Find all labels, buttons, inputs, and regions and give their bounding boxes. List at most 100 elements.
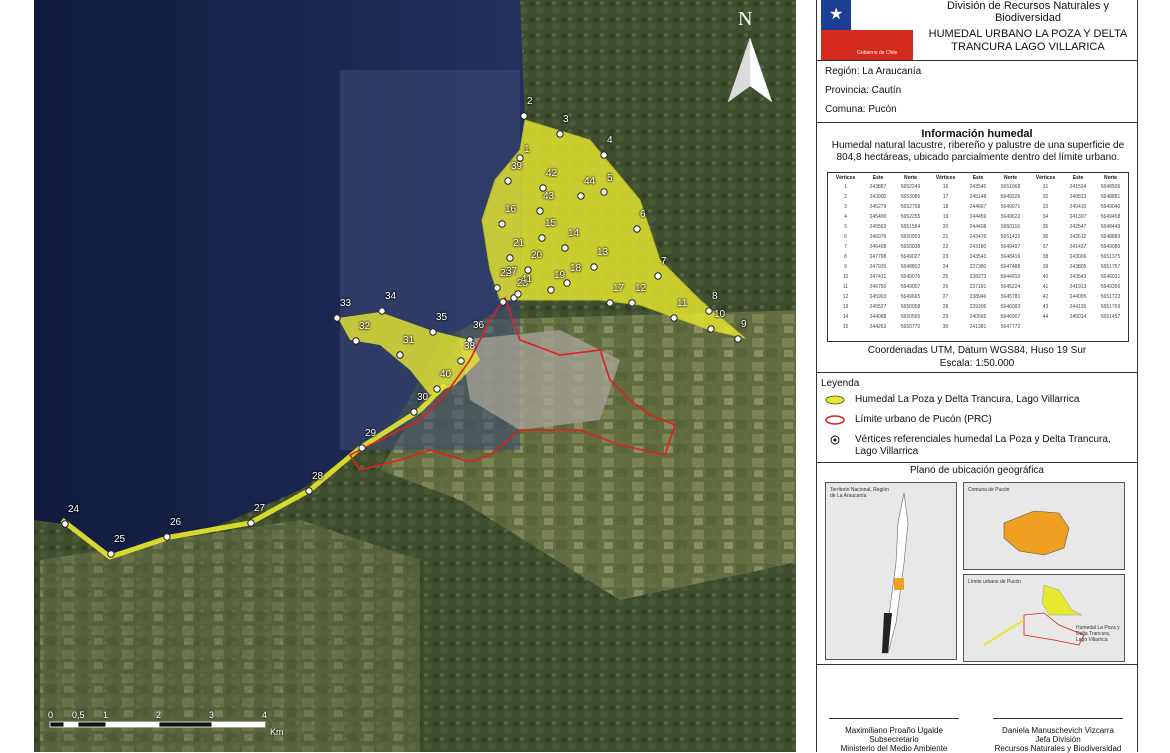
table-header-cell: Este bbox=[872, 174, 884, 181]
inset-chile-label: Territorio Nacional, Región de La Arauca… bbox=[830, 487, 889, 499]
coordinates-info: Coordenadas UTM, Datum WGS84, Huso 19 Su… bbox=[817, 344, 1137, 370]
table-cell: 243900 bbox=[869, 194, 887, 200]
table-cell: 244667 bbox=[969, 204, 987, 210]
table-header-cell: Vértices bbox=[935, 174, 956, 181]
table-cell: 37 bbox=[1042, 244, 1049, 250]
vertex-label: 29 bbox=[365, 428, 377, 439]
vertex-label: 21 bbox=[513, 238, 525, 249]
vertex-label: 7 bbox=[661, 256, 667, 267]
table-row: 8 247798 5649027 23 243543 5648416 38 243006 565… bbox=[828, 252, 1128, 262]
comuna-text: Comuna: Pucón bbox=[825, 104, 897, 115]
scale-label-1: 1 bbox=[103, 710, 109, 720]
table-cell: 245148 bbox=[969, 194, 987, 200]
table-cell: 11 bbox=[842, 284, 849, 290]
table-cell: 243006 bbox=[1069, 254, 1087, 260]
table-cell: 12 bbox=[842, 294, 849, 300]
table-cell: 3 bbox=[844, 204, 847, 210]
vertex-label: 28 bbox=[312, 471, 324, 482]
vertex-label: 12 bbox=[635, 283, 647, 294]
table-cell bbox=[1093, 322, 1128, 332]
signature-left-name: Maximiliano Proaño Ugalde bbox=[845, 726, 943, 735]
table-cell: 17 bbox=[942, 194, 949, 200]
table-header-cell: Norte bbox=[903, 174, 918, 181]
vertex-label: 17 bbox=[613, 283, 625, 294]
inset-urban: Límite urbano de Pucón Humedal La Poza y… bbox=[963, 574, 1125, 662]
vertex-label: 1 bbox=[524, 144, 530, 155]
table-cell: 246076 bbox=[869, 234, 887, 240]
table-cell: 241534 bbox=[1069, 184, 1087, 190]
vertex-label: 34 bbox=[385, 291, 397, 302]
table-cell: 244005 bbox=[1069, 294, 1087, 300]
table-header-cell: Norte bbox=[1003, 174, 1018, 181]
table-cell: 5646031 bbox=[1100, 274, 1121, 280]
table-cell: 5649497 bbox=[1000, 244, 1021, 250]
table-cell: 5649971 bbox=[1000, 204, 1021, 210]
table-cell: 5650038 bbox=[900, 244, 921, 250]
vertex-label: 24 bbox=[68, 504, 80, 515]
vertex-label: 4 bbox=[607, 135, 613, 146]
table-cell: 5645224 bbox=[1000, 284, 1021, 290]
table-cell: 5650565 bbox=[900, 314, 921, 320]
signature-left-role: Subsecretario bbox=[869, 735, 919, 744]
table-cell: 8 bbox=[844, 254, 847, 260]
info-title: Información humedal bbox=[921, 128, 1033, 140]
table-cell: 5649326 bbox=[1000, 194, 1021, 200]
table-header-cell: Este bbox=[1072, 174, 1084, 181]
table-cell: 39 bbox=[1042, 264, 1049, 270]
table-cell: 5651068 bbox=[1000, 184, 1021, 190]
chile-outline bbox=[881, 492, 909, 654]
table-cell: 43 bbox=[1042, 304, 1049, 310]
table-cell: 242612 bbox=[1069, 234, 1087, 240]
location-title: Plano de ubicación geográfica bbox=[910, 465, 1044, 476]
location-box-border bbox=[817, 664, 1137, 665]
table-header-cell: Vértices bbox=[1035, 174, 1056, 181]
scalebar-graphic bbox=[49, 721, 266, 728]
table-row: 4 245400 5652255 19 244459 5649622 34 241307 564… bbox=[828, 212, 1128, 222]
table-cell: 244408 bbox=[969, 224, 987, 230]
signature-line-right bbox=[993, 718, 1123, 719]
table-cell: 5652255 bbox=[900, 214, 921, 220]
signature-right-role: Jefa División bbox=[1035, 735, 1081, 744]
table-cell: 29 bbox=[942, 314, 949, 320]
vertex-label: 20 bbox=[531, 250, 543, 261]
vertex-label: 26 bbox=[170, 517, 182, 528]
table-cell: 5651375 bbox=[1100, 254, 1121, 260]
scale-label-4: 4 bbox=[262, 710, 268, 720]
table-cell: 243543 bbox=[1069, 274, 1087, 280]
table-cell: 5649356 bbox=[1100, 284, 1121, 290]
provincia-text: Provincia: Cautín bbox=[825, 85, 902, 96]
table-cell: 15 bbox=[842, 324, 849, 330]
table-cell: 241437 bbox=[1069, 244, 1087, 250]
legend-wetland-text: Humedal La Poza y Delta Trancura, Lago V… bbox=[855, 394, 1080, 405]
farmland-south bbox=[40, 520, 420, 752]
table-cell: 238946 bbox=[969, 294, 987, 300]
urban-limit-swatch-icon bbox=[825, 415, 845, 425]
table-cell: 36 bbox=[1042, 234, 1049, 240]
table-cell: 5647488 bbox=[1000, 264, 1021, 270]
table-cell: 237380 bbox=[969, 264, 987, 270]
vertex-label: 40 bbox=[440, 369, 452, 380]
table-cell: 19 bbox=[942, 214, 949, 220]
table-cell: 5649076 bbox=[900, 274, 921, 280]
table-cell: 5646907 bbox=[1000, 314, 1021, 320]
vertex-label: 11 bbox=[677, 298, 688, 309]
signature-line-left bbox=[829, 718, 959, 719]
map-title: HUMEDAL URBANO LA POZA Y DELTA TRANCURA … bbox=[921, 28, 1135, 54]
legend-item-urban: Límite urbano de Pucón (PRC) bbox=[825, 414, 992, 430]
table-cell: 5649007 bbox=[900, 284, 921, 290]
table-cell: 246408 bbox=[869, 244, 887, 250]
table-cell: 5648889 bbox=[1100, 234, 1121, 240]
table-cell: 10 bbox=[842, 274, 849, 280]
table-cell: 240813 bbox=[1069, 194, 1087, 200]
admin-box: Región: La Araucanía Provincia: Cautín C… bbox=[817, 60, 1137, 123]
table-cell: 41 bbox=[1042, 284, 1049, 290]
signature-left: Maximiliano Proaño Ugalde Subsecretario … bbox=[819, 726, 969, 753]
legend-vertices-text: Vértices referenciales humedal La Poza y… bbox=[855, 434, 1111, 457]
vertex-label: 37 bbox=[506, 266, 518, 277]
north-label: N bbox=[738, 8, 753, 30]
table-cell: 237191 bbox=[969, 284, 987, 290]
table-cell: 247798 bbox=[869, 254, 887, 260]
table-cell: 243180 bbox=[969, 244, 987, 250]
table-cell: 238273 bbox=[969, 274, 987, 280]
inset-comuna: Comuna de Pucón bbox=[963, 482, 1125, 570]
